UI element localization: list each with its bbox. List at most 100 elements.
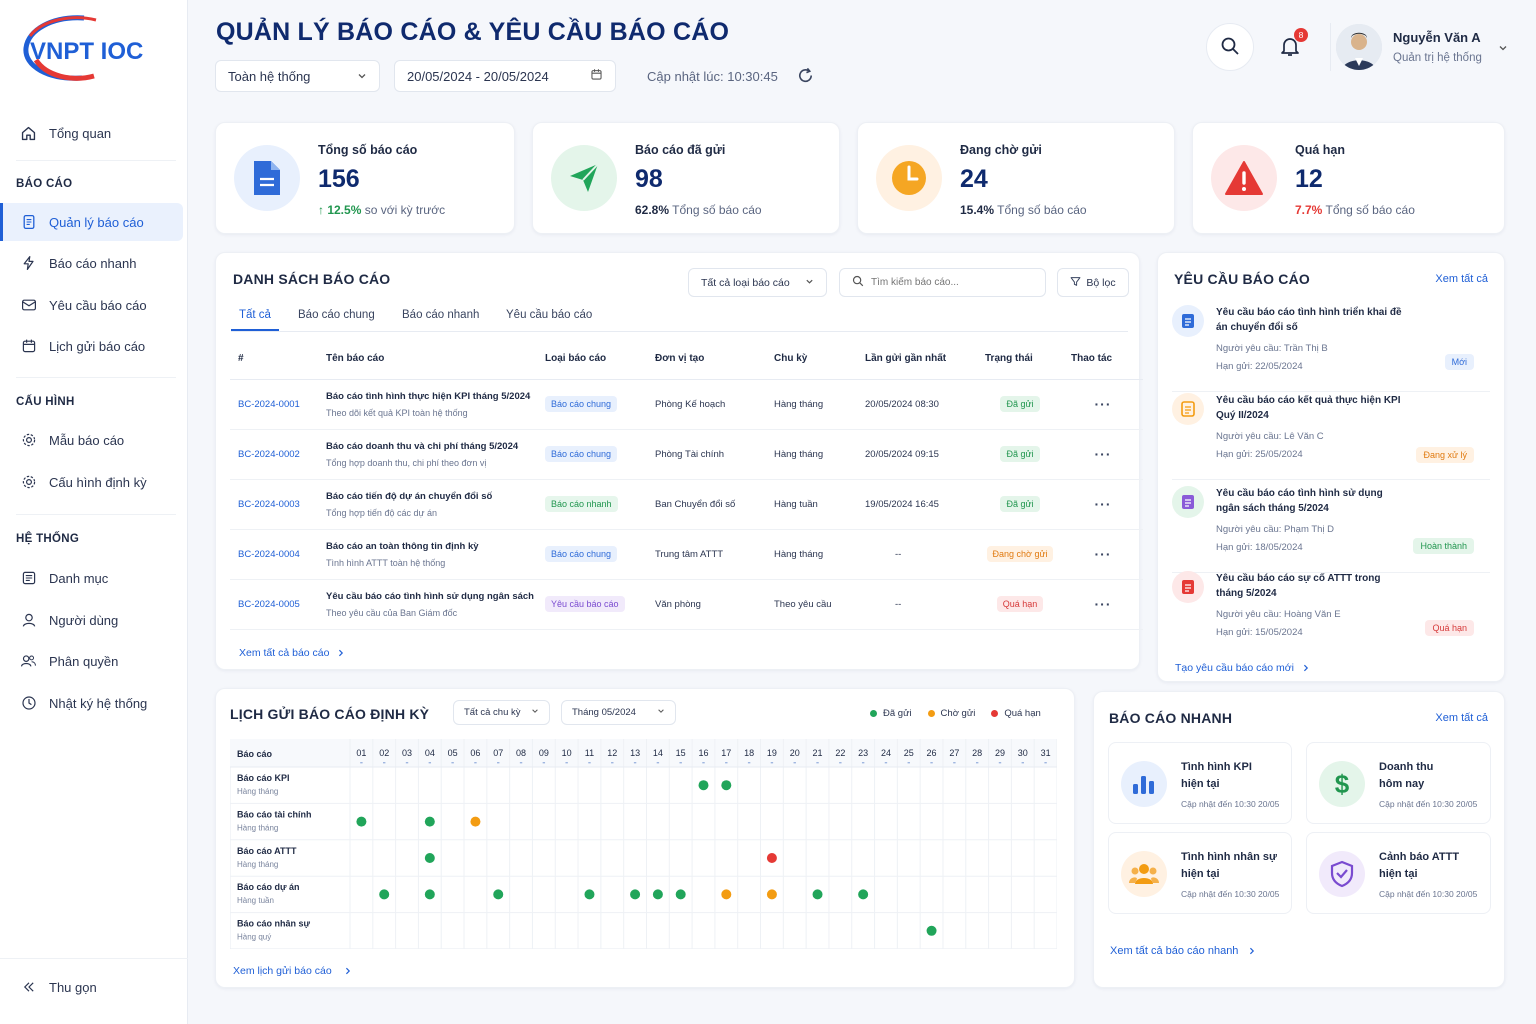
view-schedule-link[interactable]: Xem lịch gửi báo cáo — [233, 964, 352, 978]
more-options-icon[interactable]: ··· — [1095, 546, 1112, 562]
requests-view-all-link[interactable]: Xem tất cả — [1435, 273, 1488, 285]
more-options-icon[interactable]: ··· — [1095, 496, 1112, 512]
more-options-icon[interactable]: ··· — [1095, 396, 1112, 412]
report-id-link[interactable]: BC-2024-0002 — [238, 449, 300, 460]
view-schedule-label: Xem lịch gửi báo cáo — [233, 965, 332, 977]
report-search[interactable] — [839, 268, 1046, 297]
table-row[interactable]: BC-2024-0001 Báo cáo tình hình thực hiện … — [230, 379, 1143, 430]
date-range-picker[interactable]: 20/05/2024 - 20/05/2024 — [394, 60, 616, 92]
report-name[interactable]: Yêu cầu báo cáo tình hình sử dụng ngân s… — [326, 591, 537, 602]
schedule-event-dot[interactable] — [766, 889, 777, 900]
schedule-event-dot[interactable] — [630, 889, 641, 900]
collapse-button[interactable]: Thu gọn — [0, 968, 183, 1006]
schedule-event-dot[interactable] — [584, 889, 595, 900]
view-all-reports-link[interactable]: Xem tất cả báo cáo — [239, 646, 345, 660]
nav-overview-label: Tổng quan — [49, 125, 112, 141]
stat-label: Đang chờ gửi — [960, 143, 1042, 157]
nav-users[interactable]: Người dùng — [0, 601, 183, 639]
schedule-event-dot[interactable] — [766, 853, 777, 863]
quick-report-card[interactable]: Tình hình KPI hiện tại Cập nhật đến 10:30 … — [1108, 742, 1292, 824]
nav-permissions[interactable]: Phân quyền — [0, 642, 183, 680]
nav-report-template[interactable]: Mẫu báo cáo — [0, 421, 183, 459]
quick-report-title-line: Tình hình KPI — [1181, 761, 1252, 773]
day-label: 22 — [835, 748, 845, 758]
chevron-down-icon[interactable] — [1498, 42, 1508, 56]
table-row[interactable]: BC-2024-0003 Báo cáo tiến độ dự án chuyển… — [230, 479, 1143, 530]
schedule-event-dot[interactable] — [926, 925, 937, 936]
quick-view-all-link[interactable]: Xem tất cả — [1435, 712, 1488, 724]
report-name[interactable]: Báo cáo an toàn thông tin định kỳ — [326, 541, 537, 552]
report-id-link[interactable]: BC-2024-0004 — [238, 549, 300, 560]
nav-report-schedule[interactable]: Lịch gửi báo cáo — [0, 327, 183, 365]
report-id-link[interactable]: BC-2024-0005 — [238, 599, 300, 610]
schedule-event-dot[interactable] — [470, 816, 481, 827]
tab-general[interactable]: Báo cáo chung — [298, 309, 375, 321]
report-type-select[interactable]: Tất cả loại báo cáo — [688, 268, 827, 297]
nav-quick-report[interactable]: Báo cáo nhanh — [0, 244, 183, 282]
report-name[interactable]: Báo cáo tình hình thực hiện KPI tháng 5/… — [326, 391, 537, 402]
report-id-link[interactable]: BC-2024-0001 — [238, 399, 300, 410]
column-header: Lần gửi gần nhất — [857, 339, 977, 380]
request-item[interactable]: Yêu cầu báo cáo kết quả thực hiện KPI Qu… — [1172, 393, 1492, 481]
schedule-event-dot[interactable] — [721, 889, 732, 900]
status-badge: Đã gửi — [1000, 396, 1040, 412]
stat-card-pending[interactable]: Đang chờ gửi 24 15.4% Tổng số báo cáo — [857, 122, 1175, 234]
avatar[interactable] — [1336, 24, 1382, 70]
schedule-event-dot[interactable] — [493, 889, 504, 900]
create-request-link[interactable]: Tạo yêu cầu báo cáo mới — [1175, 661, 1310, 675]
request-item[interactable]: Yêu cầu báo cáo tình hình triển khai đề … — [1172, 305, 1492, 393]
day-label: 26 — [927, 748, 937, 758]
notification-button[interactable]: 8 — [1278, 28, 1308, 61]
schedule-event-dot[interactable] — [675, 889, 686, 900]
schedule-event-dot[interactable] — [424, 816, 435, 827]
report-name[interactable]: Báo cáo tiến độ dự án chuyển đổi số — [326, 491, 537, 502]
more-options-icon[interactable]: ··· — [1095, 446, 1112, 462]
day-label: 08 — [516, 748, 526, 758]
quick-report-card[interactable]: Tình hình nhân sự hiện tại Cập nhật đến 10… — [1108, 832, 1292, 914]
sidebar: VNPT IOC Tổng quan BÁO CÁO Quản lý báo c… — [0, 0, 188, 1024]
cycle-select[interactable]: Tất cả chu kỳ — [453, 700, 550, 725]
schedule-event-dot[interactable] — [858, 889, 869, 900]
report-name[interactable]: Báo cáo doanh thu và chi phí tháng 5/202… — [326, 441, 537, 452]
schedule-event-dot[interactable] — [652, 889, 663, 900]
nav-report-management[interactable]: Quản lý báo cáo — [0, 203, 183, 241]
month-select[interactable]: Tháng 05/2024 — [561, 700, 676, 725]
table-row[interactable]: BC-2024-0005 Yêu cầu báo cáo tình hình sử… — [230, 579, 1143, 630]
filter-button[interactable]: Bộ lọc — [1057, 268, 1129, 297]
stat-card-overdue[interactable]: Quá hạn 12 7.7% Tổng số báo cáo — [1192, 122, 1505, 234]
more-options-icon[interactable]: ··· — [1095, 596, 1112, 612]
nav-catalog[interactable]: Danh mục — [0, 559, 183, 597]
schedule-event-dot[interactable] — [356, 816, 367, 827]
tab-quick[interactable]: Báo cáo nhanh — [402, 309, 479, 321]
request-item[interactable]: Yêu cầu báo cáo tình hình sử dụng ngân s… — [1172, 486, 1492, 574]
table-row[interactable]: BC-2024-0004 Báo cáo an toàn thông tin đị… — [230, 529, 1143, 580]
user-name[interactable]: Nguyễn Văn A — [1393, 30, 1481, 45]
nav-system-log[interactable]: Nhật ký hệ thống — [0, 684, 183, 722]
table-row[interactable]: BC-2024-0002 Báo cáo doanh thu và chi phí… — [230, 429, 1143, 480]
refresh-icon[interactable] — [796, 66, 815, 88]
scope-select[interactable]: Toàn hệ thống — [215, 60, 380, 92]
tab-request[interactable]: Yêu cầu báo cáo — [506, 309, 592, 321]
schedule-event-dot[interactable] — [379, 889, 390, 900]
search-button[interactable] — [1206, 23, 1254, 71]
schedule-event-dot[interactable] — [698, 780, 709, 791]
stat-card-sent[interactable]: Báo cáo đã gửi 98 62.8% Tổng số báo cáo — [532, 122, 840, 234]
schedule-event-dot[interactable] — [424, 853, 435, 863]
search-input[interactable] — [871, 277, 1031, 288]
nav-overview[interactable]: Tổng quan — [0, 114, 183, 152]
vnpt-ioc-logo[interactable]: VNPT IOC — [22, 14, 172, 84]
report-id-link[interactable]: BC-2024-0003 — [238, 499, 300, 510]
nav-report-request[interactable]: Yêu cầu báo cáo — [0, 286, 183, 324]
view-all-quick-link[interactable]: Xem tất cả báo cáo nhanh — [1110, 944, 1256, 958]
schedule-event-dot[interactable] — [721, 780, 732, 791]
nav-periodic-config[interactable]: Cấu hình định kỳ — [0, 463, 183, 501]
schedule-event-dot[interactable] — [812, 889, 823, 900]
quick-report-card[interactable]: $ Doanh thu hôm nay Cập nhật đến 10:30 20/0… — [1306, 742, 1491, 824]
request-item[interactable]: Yêu cầu báo cáo sự cố ATTT trong tháng 5… — [1172, 571, 1492, 659]
stat-card-total[interactable]: Tổng số báo cáo 156 ↑ 12.5% so với kỳ tr… — [215, 122, 515, 234]
quick-report-card[interactable]: Cảnh báo ATTT hiện tại Cập nhật đến 10:30 … — [1306, 832, 1491, 914]
tab-all[interactable]: Tất cả — [239, 309, 271, 321]
schedule-event-dot[interactable] — [424, 889, 435, 900]
divider — [0, 958, 188, 959]
chevron-down-icon — [657, 707, 665, 718]
